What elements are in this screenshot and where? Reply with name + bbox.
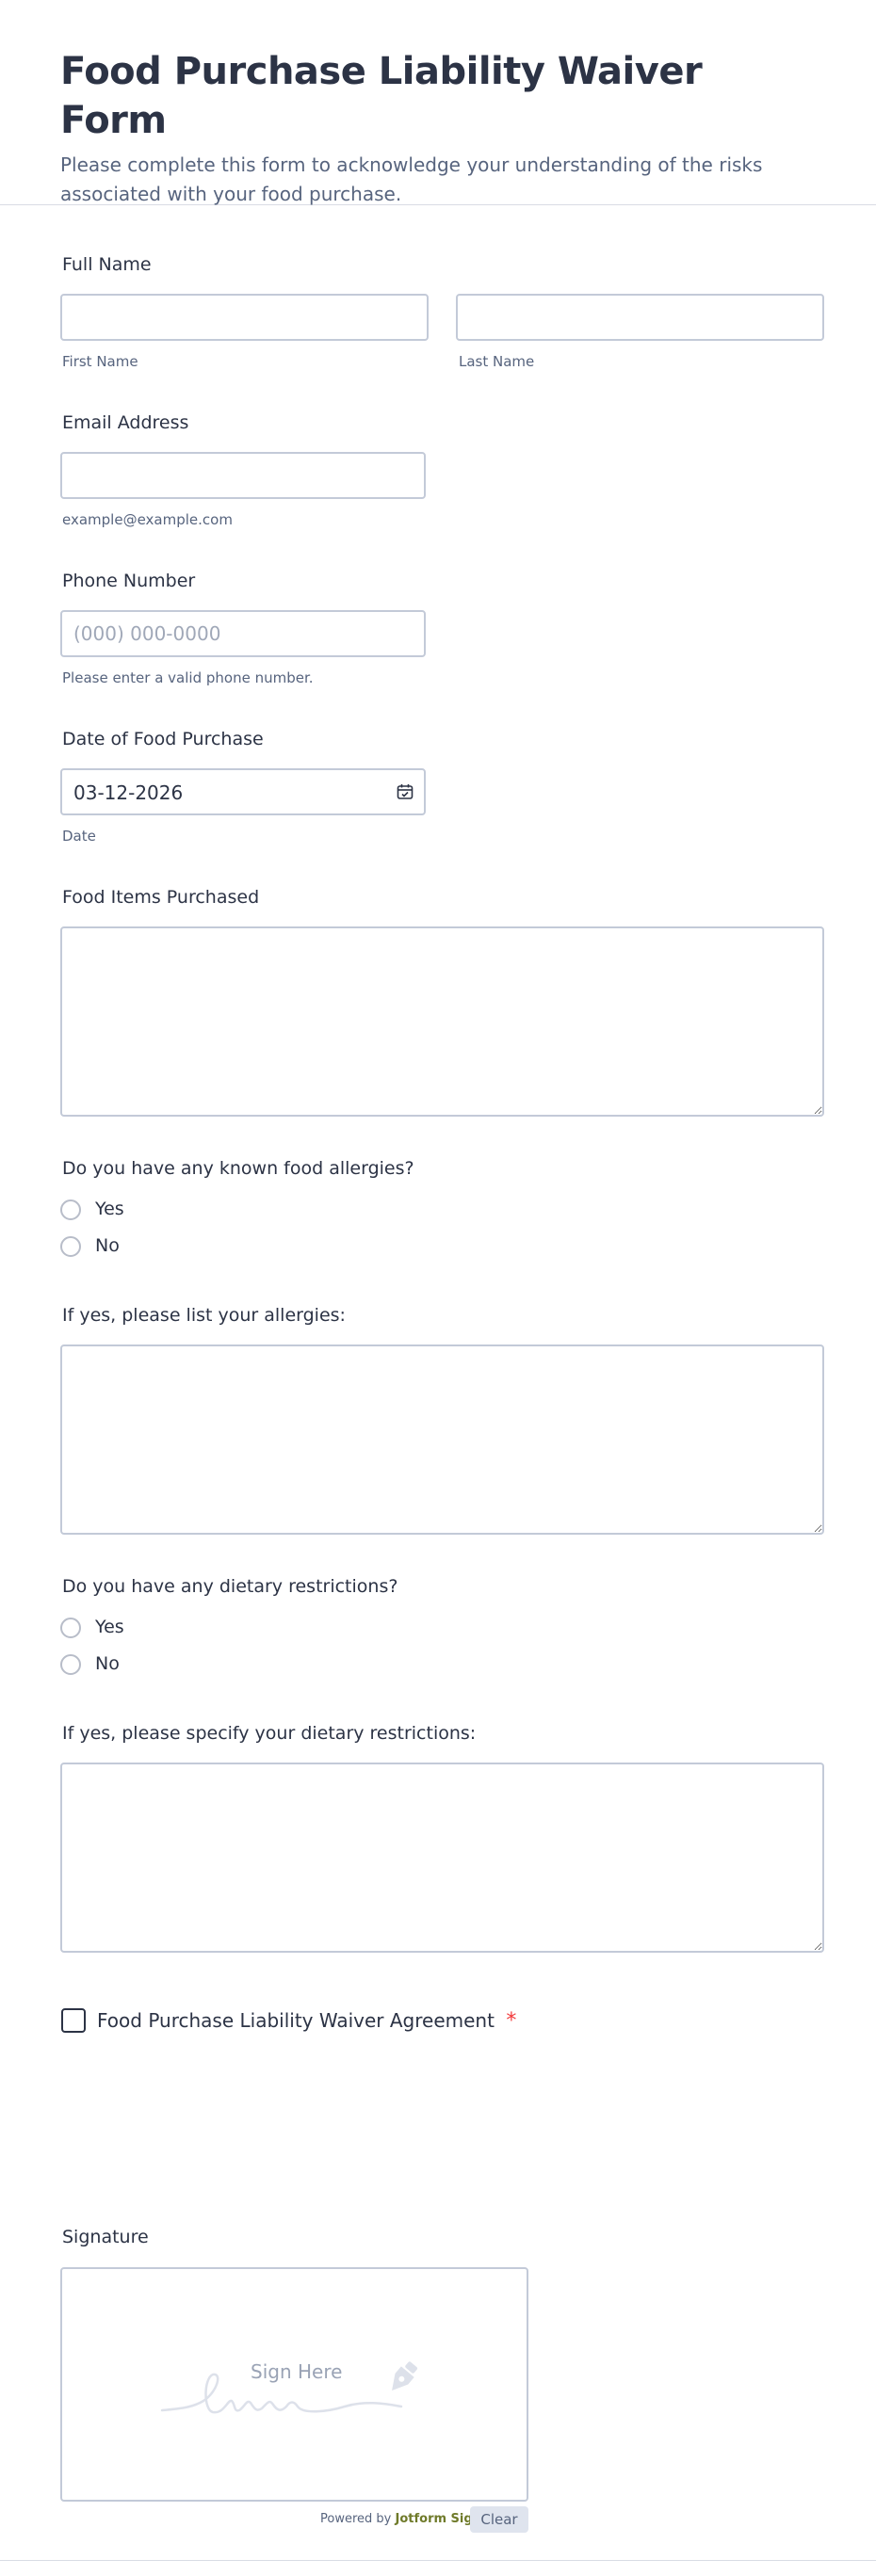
- dietary-specify-label: If yes, please specify your dietary rest…: [62, 1723, 477, 1744]
- agreement-label[interactable]: Food Purchase Liability Waiver Agreement…: [97, 2009, 516, 2033]
- sign-here-text: Sign Here: [251, 2360, 343, 2383]
- powered-by-text: Powered by: [320, 2512, 392, 2526]
- dietary-yes-label[interactable]: Yes: [95, 1617, 124, 1637]
- dietary-no-radio[interactable]: [60, 1654, 81, 1675]
- jotform-sign-brand: Jotform Sign: [395, 2512, 481, 2526]
- allergies-question: Do you have any known food allergies?: [62, 1158, 414, 1179]
- dietary-question: Do you have any dietary restrictions?: [62, 1576, 398, 1597]
- powered-by: Powered by Jotform Sign: [320, 2512, 481, 2526]
- dietary-yes-radio[interactable]: [60, 1618, 81, 1638]
- first-name-sublabel: First Name: [62, 353, 138, 370]
- email-sublabel: example@example.com: [62, 511, 233, 528]
- pen-nib-icon: [382, 2359, 422, 2398]
- date-value: 03-12-2026: [73, 781, 184, 804]
- allergies-no-radio[interactable]: [60, 1236, 81, 1257]
- allergies-no-label[interactable]: No: [95, 1235, 120, 1256]
- date-sublabel: Date: [62, 828, 96, 845]
- footer-divider: [0, 2560, 876, 2561]
- email-label: Email Address: [62, 412, 189, 433]
- allergies-list-textarea[interactable]: [60, 1344, 824, 1535]
- allergies-yes-radio[interactable]: [60, 1199, 81, 1220]
- signature-label: Signature: [62, 2227, 149, 2247]
- signature-pad[interactable]: Sign Here: [60, 2267, 528, 2502]
- agreement-label-text: Food Purchase Liability Waiver Agreement: [97, 2009, 495, 2032]
- allergies-yes-label[interactable]: Yes: [95, 1199, 124, 1219]
- date-label: Date of Food Purchase: [62, 729, 264, 749]
- form-header: Food Purchase Liability Waiver Form Plea…: [0, 0, 876, 205]
- agreement-checkbox[interactable]: [61, 2008, 86, 2033]
- first-name-input[interactable]: [60, 294, 429, 341]
- full-name-label: Full Name: [62, 254, 152, 275]
- calendar-icon[interactable]: [396, 782, 414, 801]
- last-name-sublabel: Last Name: [459, 353, 535, 370]
- allergies-list-label: If yes, please list your allergies:: [62, 1305, 346, 1326]
- date-input[interactable]: 03-12-2026: [60, 768, 426, 815]
- food-items-textarea[interactable]: [60, 926, 824, 1117]
- phone-sublabel: Please enter a valid phone number.: [62, 669, 314, 686]
- phone-label: Phone Number: [62, 571, 196, 591]
- dietary-specify-textarea[interactable]: [60, 1763, 824, 1953]
- email-input[interactable]: [60, 452, 426, 499]
- form-subtitle: Please complete this form to acknowledge…: [60, 153, 763, 205]
- phone-input[interactable]: [60, 610, 426, 657]
- food-items-label: Food Items Purchased: [62, 887, 260, 908]
- last-name-input[interactable]: [456, 294, 824, 341]
- dietary-no-label[interactable]: No: [95, 1653, 120, 1674]
- clear-signature-button[interactable]: Clear: [470, 2506, 528, 2533]
- form-title: Food Purchase Liability Waiver Form: [60, 50, 703, 142]
- signature-scribble: [160, 2373, 403, 2414]
- required-asterisk: *: [506, 2009, 517, 2033]
